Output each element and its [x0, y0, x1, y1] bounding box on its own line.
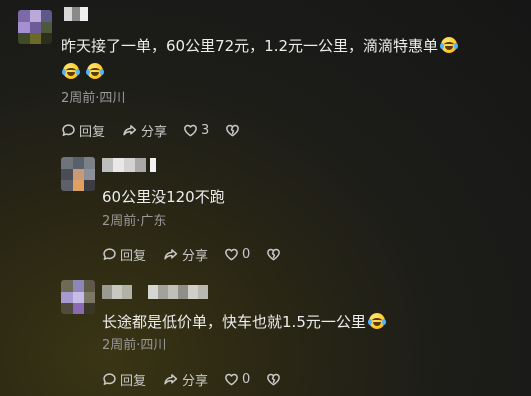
comment-meta: 2周前·四川: [102, 338, 167, 353]
reply-button[interactable]: 回复: [102, 370, 146, 389]
share-label: 分享: [141, 125, 168, 140]
comment-text-content: 昨天接了一单，60公里72元，1.2元一公里，滴滴特惠单: [61, 37, 439, 55]
reply-label: 回复: [79, 125, 106, 140]
avatar[interactable]: [61, 280, 95, 314]
dislike-button[interactable]: [225, 123, 240, 138]
like-count: 0: [242, 247, 251, 262]
chat-bubble-icon: [103, 248, 116, 260]
reply-button[interactable]: 回复: [102, 245, 146, 264]
laughing-tears-emoji-icon: [86, 63, 104, 79]
comment-meta: 2周前·四川: [61, 91, 126, 106]
dislike-button[interactable]: [266, 247, 281, 262]
heart-icon: [225, 248, 238, 261]
laughing-tears-emoji-icon: [62, 63, 80, 79]
chat-bubble-icon: [103, 373, 116, 385]
like-button[interactable]: 3: [183, 123, 209, 138]
like-button[interactable]: 0: [224, 372, 250, 387]
comment-text: 长途都是低价单，快车也就1.5元一公里: [102, 312, 386, 332]
username-mosaic[interactable]: [102, 285, 212, 299]
share-label: 分享: [182, 249, 209, 264]
comment-text-line2: [61, 62, 104, 82]
broken-heart-icon: [267, 248, 281, 261]
dislike-button[interactable]: [266, 372, 281, 387]
reply-button[interactable]: 回复: [61, 121, 105, 140]
reply-label: 回复: [120, 374, 147, 389]
share-button[interactable]: 分享: [121, 121, 167, 140]
like-count: 3: [201, 123, 210, 138]
share-arrow-icon: [164, 249, 178, 260]
reply-label: 回复: [120, 249, 147, 264]
broken-heart-icon: [267, 373, 281, 386]
share-button[interactable]: 分享: [162, 370, 208, 389]
username-mosaic[interactable]: [102, 158, 156, 172]
avatar[interactable]: [18, 10, 52, 44]
share-arrow-icon: [164, 374, 178, 385]
like-count: 0: [242, 372, 251, 387]
share-label: 分享: [182, 374, 209, 389]
heart-icon: [225, 373, 238, 386]
comment-text: 60公里没120不跑: [102, 187, 225, 207]
laughing-tears-emoji-icon: [440, 37, 459, 53]
comment-actions: 回复 分享 0: [102, 245, 297, 264]
share-button[interactable]: 分享: [162, 245, 208, 264]
comment-text: 昨天接了一单，60公里72元，1.2元一公里，滴滴特惠单: [61, 36, 459, 56]
comment-meta: 2周前·广东: [102, 214, 167, 229]
comment-text-content: 60公里没120不跑: [102, 188, 225, 206]
avatar[interactable]: [61, 157, 95, 191]
heart-icon: [184, 124, 197, 137]
username-mosaic[interactable]: [64, 7, 88, 21]
share-arrow-icon: [123, 125, 137, 136]
broken-heart-icon: [226, 124, 240, 137]
comment-text-content: 长途都是低价单，快车也就1.5元一公里: [102, 313, 366, 331]
chat-bubble-icon: [62, 124, 75, 136]
laughing-tears-emoji-icon: [367, 313, 386, 329]
like-button[interactable]: 0: [224, 247, 250, 262]
comment-actions: 回复 分享 0: [102, 370, 297, 389]
comment-actions: 回复 分享 3: [61, 121, 256, 140]
